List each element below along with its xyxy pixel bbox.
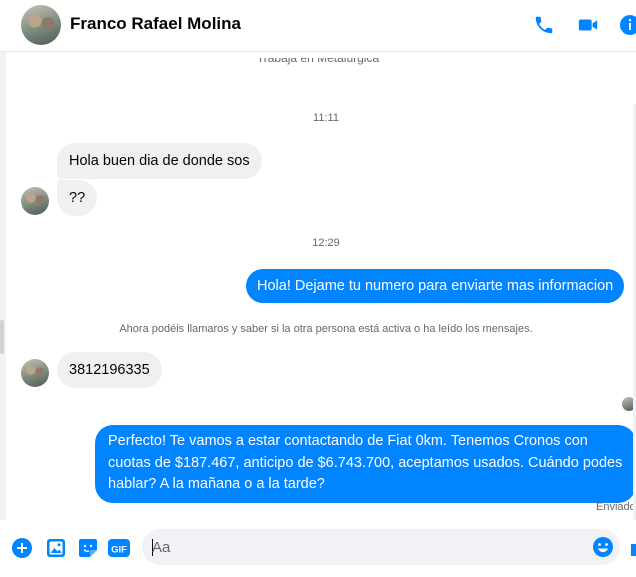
outgoing-message[interactable]: Hola! Dejame tu numero para enviarte mas…	[246, 269, 625, 303]
chat-header: Franco Rafael Molina	[0, 0, 636, 52]
incoming-message[interactable]: 3812196335	[57, 352, 162, 388]
plus-icon[interactable]	[12, 538, 32, 558]
video-icon[interactable]	[576, 13, 600, 37]
incoming-message[interactable]: Hola buen dia de donde sos	[57, 143, 262, 179]
send-button[interactable]	[631, 544, 636, 556]
outgoing-message[interactable]: Perfecto! Te vamos a estar contactando d…	[95, 425, 636, 503]
timestamp: 11:11	[313, 112, 339, 124]
chat-notice: Ahora podéis llamaros y saber si la otra…	[119, 323, 533, 335]
info-icon[interactable]	[618, 13, 636, 37]
contact-intro: Trabaja en Metalúrgica	[256, 58, 380, 65]
messenger-chat-window: Franco Rafael Molina Trabaja en Metalúrg…	[0, 0, 636, 577]
phone-icon[interactable]	[532, 13, 556, 37]
timestamp: 12:29	[312, 237, 340, 249]
gif-label: GIF	[111, 545, 127, 556]
contact-avatar[interactable]	[21, 5, 61, 45]
composer-bar: GIF	[0, 520, 636, 577]
message-list[interactable]: Trabaja en Metalúrgica 11:11 Hola buen d…	[0, 52, 636, 572]
gif-icon[interactable]: GIF	[108, 538, 130, 558]
message-input-container[interactable]	[142, 529, 620, 565]
contact-name[interactable]: Franco Rafael Molina	[70, 14, 241, 34]
contact-avatar-small[interactable]	[21, 187, 49, 215]
emoji-icon[interactable]	[592, 536, 614, 558]
incoming-message[interactable]: ??	[57, 180, 98, 216]
delivery-status: Enviado	[596, 501, 636, 513]
sticker-icon[interactable]	[78, 538, 98, 558]
image-icon[interactable]	[46, 538, 66, 558]
contact-avatar-small[interactable]	[21, 359, 49, 387]
message-input[interactable]	[152, 529, 582, 565]
